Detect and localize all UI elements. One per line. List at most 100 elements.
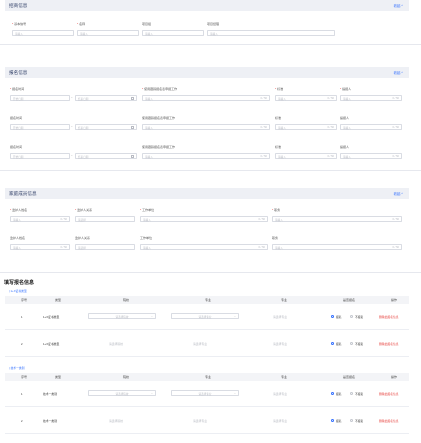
position-label-text: 职务 — [274, 208, 281, 212]
table-row: 2 技术一类别 请选择院校 请选择专业 请选择专业 报名 不报名 删除此报名信息 — [5, 408, 409, 434]
major-select-placeholder[interactable]: 请选择专业 — [193, 342, 207, 346]
report-time-label: *报名时间 — [10, 87, 24, 91]
school-select-placeholder[interactable]: 请选择院校 — [109, 342, 123, 346]
report-time-label: 报名时间 — [10, 116, 22, 120]
column-header: 是否报名 — [343, 298, 356, 303]
project-manager-label: 项目经理 — [207, 22, 220, 26]
major-secondary: 请选择专业 — [273, 315, 287, 319]
standard-input[interactable]: 请输入 0 / 50 — [275, 95, 337, 101]
radio-icon[interactable] — [331, 418, 335, 422]
required-mark: * — [10, 87, 12, 91]
radio-no-signup-label[interactable]: 不报名 — [355, 342, 363, 346]
report-standard-label-text: 标准 — [275, 116, 282, 120]
submitter-input[interactable]: 请输入 0 / 50 — [340, 95, 402, 101]
track-input[interactable]: 请输入 0 / 50 — [142, 153, 270, 159]
report-track-label-text: 使用跟踪报名表申报工作 — [142, 145, 176, 149]
major-select[interactable]: 请选择专业 ⌄ — [171, 313, 239, 319]
radio-signup-label[interactable]: 报名 — [336, 315, 342, 319]
school-select-placeholder[interactable]: 请选择院校 — [109, 419, 123, 423]
report-submitter-label-text: 提报人 — [340, 145, 350, 149]
work-unit-label: *工作单位 — [140, 208, 154, 212]
guardian-name-label-text: 监护人姓名 — [12, 208, 28, 212]
position-placeholder: 请输入 — [275, 247, 283, 251]
end-date-input[interactable]: 结束日期 — [75, 124, 137, 130]
submitter-input[interactable]: 请输入 0 / 50 — [340, 124, 402, 130]
guardian-name-counter: 0 / 50 — [60, 246, 68, 250]
radio-icon[interactable] — [331, 314, 335, 318]
position-input[interactable]: 请输入 0 / 50 — [272, 244, 402, 250]
standard-input[interactable]: 请输入 0 / 50 — [275, 153, 337, 159]
school-select-placeholder: 请选择院校 — [115, 393, 129, 397]
delete-entry-link[interactable]: 删除此报名信息 — [379, 392, 399, 396]
column-header: 专业 — [205, 298, 212, 303]
radio-signup-label[interactable]: 报名 — [336, 419, 342, 423]
work-unit-placeholder: 请输入 — [143, 219, 151, 223]
guardian-name-input[interactable]: 请输入 0 / 50 — [10, 216, 70, 222]
major-select[interactable]: 请选择专业 ⌄ — [171, 390, 239, 396]
radio-icon[interactable] — [350, 418, 354, 422]
delete-entry-link[interactable]: 删除此报名信息 — [379, 342, 399, 346]
track-input-placeholder: 请输入 — [145, 156, 153, 160]
end-date-input[interactable]: 结束日期 — [75, 95, 137, 101]
radio-icon[interactable] — [350, 314, 354, 318]
radio-icon[interactable] — [331, 341, 335, 345]
required-mark: * — [272, 208, 274, 212]
column-header: 专业 — [281, 375, 288, 380]
start-date-input[interactable]: 开始日期 — [10, 153, 70, 159]
column-header: 院校 — [123, 298, 130, 303]
row-type: 1+X证书类型 — [43, 342, 60, 346]
position-input[interactable]: 请输入 0 / 50 — [272, 216, 402, 222]
start-date-input[interactable]: 开始日期 — [10, 124, 70, 130]
radio-signup-label[interactable]: 报名 — [336, 392, 342, 396]
guardian-name-input[interactable]: 请输入 0 / 50 — [10, 244, 70, 250]
submitter-input-placeholder: 请输入 — [343, 98, 351, 102]
major-select-placeholder[interactable]: 请选择专业 — [193, 419, 207, 423]
radio-icon[interactable] — [331, 391, 335, 395]
work-unit-placeholder: 请输入 — [143, 247, 151, 251]
track-input[interactable]: 请输入 0 / 50 — [142, 124, 270, 130]
guardian-relation-select[interactable]: 请选择 — [75, 216, 135, 222]
family-section-header: 家庭成员信息 收起 ^ — [5, 188, 409, 199]
radio-icon[interactable] — [350, 391, 354, 395]
radio-icon[interactable] — [350, 341, 354, 345]
chevron-down-icon: ⌄ — [233, 315, 236, 319]
track-input[interactable]: 请输入 0 / 50 — [142, 95, 270, 101]
family-collapse-toggle[interactable]: 收起 ^ — [394, 191, 403, 196]
report-collapse-toggle[interactable]: 收起 ^ — [394, 70, 403, 75]
report-submitter-label: 提报人 — [340, 116, 349, 120]
basic-field-input[interactable]: 请输入 — [12, 30, 74, 36]
end-date-input[interactable]: 结束日期 — [75, 153, 137, 159]
radio-no-signup-label[interactable]: 不报名 — [355, 315, 363, 319]
report-standard-label: 标准 — [275, 116, 281, 120]
school-select[interactable]: 请选择院校 ⌄ — [88, 390, 156, 396]
radio-no-signup-label[interactable]: 不报名 — [355, 392, 363, 396]
project-manager-input[interactable]: 请输入 — [207, 30, 335, 36]
name-input[interactable]: 请输入 — [77, 30, 139, 36]
standard-input-placeholder: 请输入 — [278, 127, 286, 131]
table-header: 序号 类型 院校 专业 专业 是否报名 操作 — [5, 296, 409, 304]
required-mark: * — [10, 208, 12, 212]
delete-entry-link[interactable]: 删除此报名信息 — [379, 419, 399, 423]
position-counter: 0 / 50 — [392, 246, 400, 250]
project-group-input[interactable]: 请输入 — [142, 30, 204, 36]
radio-signup-label[interactable]: 报名 — [336, 342, 342, 346]
table-row: 2 1+X证书类型 请选择院校 请选择专业 请选择专业 报名 不报名 删除此报名信息 — [5, 331, 409, 357]
guardian-relation-select[interactable]: 请选择 — [75, 244, 135, 250]
report-track-label: *使用跟踪报名表申报工作 — [142, 87, 177, 91]
chevron-down-icon: ⌄ — [233, 392, 236, 396]
submitter-input[interactable]: 请输入 0 / 50 — [340, 153, 402, 159]
work-unit-input[interactable]: 请输入 0 / 50 — [140, 244, 268, 250]
delete-entry-link[interactable]: 删除此报名信息 — [379, 315, 399, 319]
basic-section-header: 招商信息 收起 ^ — [5, 0, 409, 11]
name-field-label: *名称 — [77, 22, 86, 26]
standard-input[interactable]: 请输入 0 / 50 — [275, 124, 337, 130]
radio-no-signup-label[interactable]: 不报名 — [355, 419, 363, 423]
submitter-input-counter: 0 / 50 — [392, 97, 400, 101]
row-number: 2 — [21, 342, 23, 346]
basic-collapse-toggle[interactable]: 收起 ^ — [394, 3, 403, 8]
start-date-input[interactable]: 开始日期 — [10, 95, 70, 101]
work-unit-input[interactable]: 请输入 0 / 50 — [140, 216, 268, 222]
work-unit-label-text: 工作单位 — [142, 208, 155, 212]
family-section-title: 家庭成员信息 — [9, 191, 37, 196]
school-select[interactable]: 请选择院校 ⌄ — [88, 313, 156, 319]
